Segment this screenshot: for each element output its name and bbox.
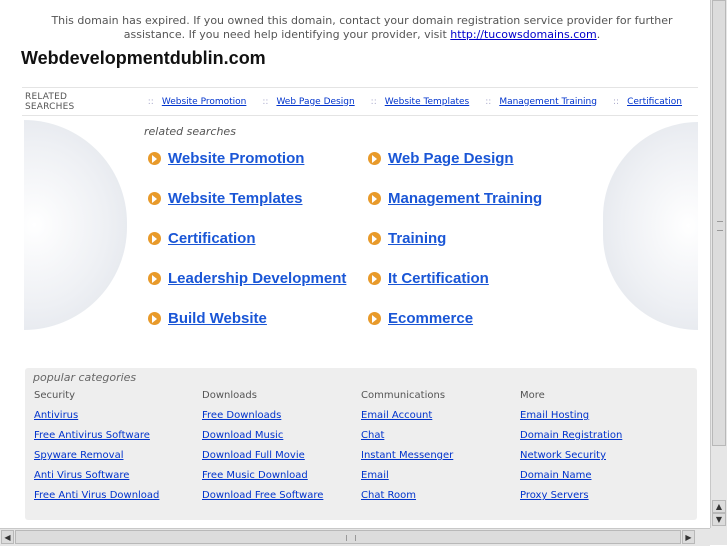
category-link[interactable]: Chat Room: [361, 489, 453, 509]
related-search-item: Management Training: [368, 190, 542, 207]
popular-categories-box: popular categories Security Antivirus Fr…: [25, 368, 697, 520]
category-link[interactable]: Free Downloads: [202, 409, 323, 429]
vertical-scrollbar[interactable]: ▲ ▼: [710, 0, 727, 528]
related-bar-link-management-training[interactable]: Management Training: [499, 97, 597, 107]
category-column-more: More Email Hosting Domain Registration N…: [520, 389, 622, 509]
popular-categories-heading: popular categories: [33, 371, 137, 384]
category-link[interactable]: Download Music: [202, 429, 323, 449]
separator: ::: [485, 96, 492, 107]
orange-arrow-icon: [368, 232, 381, 245]
related-search-link[interactable]: Ecommerce: [388, 310, 473, 327]
related-search-item: Website Promotion: [148, 150, 304, 167]
related-search-item: Website Templates: [148, 190, 303, 207]
related-search-item: Ecommerce: [368, 310, 473, 327]
horizontal-scroll-thumb[interactable]: [15, 530, 681, 544]
related-bar-item: :: Management Training: [485, 97, 597, 107]
category-link[interactable]: Free Antivirus Software: [34, 429, 159, 449]
category-column-security: Security Antivirus Free Antivirus Softwa…: [34, 389, 159, 509]
related-search-link[interactable]: Certification: [168, 230, 256, 247]
related-search-link[interactable]: Management Training: [388, 190, 542, 207]
related-search-link[interactable]: Website Templates: [168, 190, 303, 207]
related-bar-link-certification[interactable]: Certification: [627, 97, 682, 107]
orange-arrow-icon: [148, 312, 161, 325]
related-search-link[interactable]: Build Website: [168, 310, 267, 327]
grip-icon: [346, 535, 356, 541]
domain-title: Webdevelopmentdublin.com: [21, 48, 266, 68]
category-link[interactable]: Email: [361, 469, 453, 489]
category-link[interactable]: Chat: [361, 429, 453, 449]
related-search-link[interactable]: Website Promotion: [168, 150, 304, 167]
category-link[interactable]: Proxy Servers: [520, 489, 622, 509]
related-search-link[interactable]: Web Page Design: [388, 150, 514, 167]
related-bar-link-website-templates[interactable]: Website Templates: [385, 97, 470, 107]
category-link[interactable]: Domain Registration: [520, 429, 622, 449]
category-column-downloads: Downloads Free Downloads Download Music …: [202, 389, 323, 509]
vertical-scroll-thumb[interactable]: [712, 0, 726, 446]
expired-notice: This domain has expired. If you owned th…: [22, 14, 702, 42]
decorative-left-shape: [24, 120, 127, 330]
scroll-up-button[interactable]: ▲: [712, 500, 726, 513]
category-link[interactable]: Spyware Removal: [34, 449, 159, 469]
related-bar-item: :: Website Promotion: [148, 97, 247, 107]
category-link[interactable]: Free Anti Virus Download: [34, 489, 159, 509]
scroll-down-button[interactable]: ▼: [712, 513, 726, 526]
separator: ::: [612, 96, 620, 107]
related-search-link[interactable]: Training: [388, 230, 446, 247]
category-link[interactable]: Email Hosting: [520, 409, 622, 429]
related-search-item: Leadership Development: [148, 270, 346, 287]
related-search-item: Certification: [148, 230, 256, 247]
category-link[interactable]: Download Full Movie: [202, 449, 323, 469]
category-link[interactable]: Network Security: [520, 449, 622, 469]
scroll-right-button[interactable]: ▶: [682, 530, 695, 544]
category-title: Security: [34, 390, 76, 401]
category-link[interactable]: Free Music Download: [202, 469, 323, 489]
category-title: More: [520, 390, 545, 401]
category-link[interactable]: Antivirus: [34, 409, 159, 429]
orange-arrow-icon: [148, 272, 161, 285]
grip-icon: [717, 221, 723, 231]
category-title: Downloads: [202, 390, 257, 401]
orange-arrow-icon: [368, 152, 381, 165]
orange-arrow-icon: [148, 152, 161, 165]
separator: ::: [370, 96, 377, 107]
orange-arrow-icon: [368, 312, 381, 325]
related-bar-item: :: Web Page Design: [262, 97, 354, 107]
orange-arrow-icon: [368, 272, 381, 285]
horizontal-scrollbar[interactable]: ◀ ▶: [0, 528, 710, 546]
related-bar-item: :: Certification: [613, 97, 682, 107]
orange-arrow-icon: [148, 232, 161, 245]
related-searches-bar: RELATED SEARCHES :: Website Promotion :: W…: [22, 87, 698, 116]
category-link[interactable]: Instant Messenger: [361, 449, 453, 469]
separator: ::: [147, 96, 154, 107]
category-link[interactable]: Domain Name: [520, 469, 622, 489]
category-column-communications: Communications Email Account Chat Instan…: [361, 389, 453, 509]
related-bar-link-website-promotion[interactable]: Website Promotion: [162, 97, 247, 107]
related-search-link[interactable]: Leadership Development: [168, 270, 346, 287]
category-link[interactable]: Email Account: [361, 409, 453, 429]
category-link[interactable]: Download Free Software: [202, 489, 323, 509]
category-link[interactable]: Anti Virus Software: [34, 469, 159, 489]
orange-arrow-icon: [148, 192, 161, 205]
separator: ::: [262, 96, 269, 107]
related-search-item: Training: [368, 230, 446, 247]
category-title: Communications: [361, 390, 446, 401]
orange-arrow-icon: [368, 192, 381, 205]
notice-suffix: .: [596, 28, 601, 41]
related-bar-link-web-page-design[interactable]: Web Page Design: [276, 97, 354, 107]
scrollbar-corner: [710, 528, 727, 545]
scroll-left-button[interactable]: ◀: [1, 530, 14, 544]
related-search-item: It Certification: [368, 270, 489, 287]
decorative-right-shape: [603, 122, 698, 330]
tucows-link[interactable]: http://tucowsdomains.com: [450, 28, 596, 41]
related-search-item: Web Page Design: [368, 150, 514, 167]
related-bar-item: :: Website Templates: [371, 97, 470, 107]
related-search-link[interactable]: It Certification: [388, 270, 489, 287]
related-searches-label: RELATED SEARCHES: [25, 91, 75, 112]
related-search-item: Build Website: [148, 310, 267, 327]
related-searches-heading: related searches: [144, 125, 236, 138]
